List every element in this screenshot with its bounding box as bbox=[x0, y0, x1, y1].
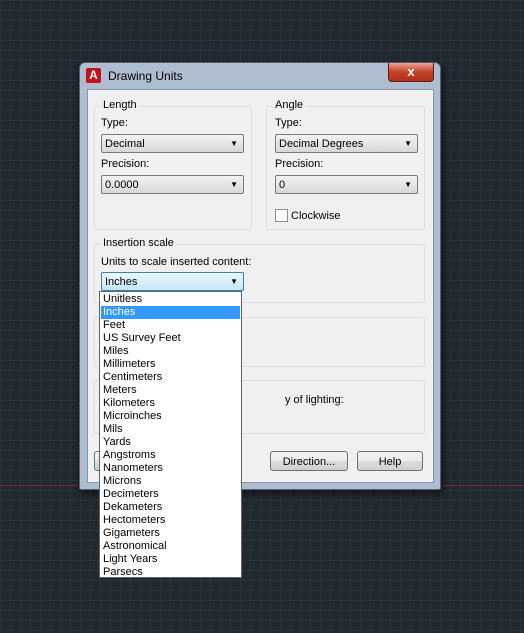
chevron-down-icon: ▼ bbox=[230, 139, 238, 148]
dropdown-option[interactable]: Inches bbox=[101, 306, 240, 319]
dropdown-option[interactable]: Microns bbox=[101, 475, 240, 488]
length-group: Length Type: Decimal ▼ Precision: 0.0000… bbox=[94, 99, 252, 230]
chevron-down-icon: ▼ bbox=[404, 139, 412, 148]
dropdown-option[interactable]: Astronomical bbox=[101, 540, 240, 553]
dropdown-option[interactable]: Miles bbox=[101, 345, 240, 358]
length-precision-label: Precision: bbox=[101, 158, 150, 170]
dropdown-option[interactable]: US Survey Feet bbox=[101, 332, 240, 345]
dialog-title: Drawing Units bbox=[108, 69, 183, 83]
dropdown-option[interactable]: Millimeters bbox=[101, 358, 240, 371]
insertion-scale-label: Insertion scale bbox=[101, 237, 176, 249]
dropdown-option[interactable]: Gigameters bbox=[101, 527, 240, 540]
insertion-units-value: Inches bbox=[105, 276, 138, 288]
dropdown-option[interactable]: Dekameters bbox=[101, 501, 240, 514]
insertion-units-select[interactable]: Inches ▼ bbox=[101, 272, 244, 291]
dropdown-option[interactable]: Centimeters bbox=[101, 371, 240, 384]
chevron-down-icon: ▼ bbox=[230, 277, 238, 286]
dropdown-option[interactable]: Hectometers bbox=[101, 514, 240, 527]
title-bar[interactable]: A Drawing Units x bbox=[80, 63, 440, 89]
dropdown-option[interactable]: Meters bbox=[101, 384, 240, 397]
chevron-down-icon: ▼ bbox=[404, 180, 412, 189]
chevron-down-icon: ▼ bbox=[230, 180, 238, 189]
close-button[interactable]: x bbox=[388, 63, 434, 82]
angle-group-label: Angle bbox=[273, 99, 306, 111]
angle-precision-select[interactable]: 0 ▼ bbox=[275, 175, 418, 194]
help-button[interactable]: Help bbox=[357, 451, 423, 471]
angle-type-value: Decimal Degrees bbox=[279, 138, 364, 150]
angle-group: Angle Type: Decimal Degrees ▼ Precision:… bbox=[266, 99, 425, 230]
angle-type-label: Type: bbox=[275, 117, 302, 129]
insertion-units-dropdown: Unitless Inches Feet US Survey Feet Miles Mil… bbox=[99, 291, 242, 578]
dropdown-option[interactable]: Light Years bbox=[101, 553, 240, 566]
length-type-value: Decimal bbox=[105, 138, 145, 150]
angle-precision-value: 0 bbox=[279, 179, 286, 191]
dropdown-option[interactable]: Parsecs bbox=[101, 566, 240, 579]
dropdown-option[interactable]: Yards bbox=[101, 436, 240, 449]
dropdown-option[interactable]: Angstroms bbox=[101, 449, 240, 462]
lighting-label: y of lighting: bbox=[285, 394, 344, 406]
insertion-units-label: Units to scale inserted content: bbox=[101, 256, 252, 268]
angle-type-select[interactable]: Decimal Degrees ▼ bbox=[275, 134, 418, 153]
dropdown-option[interactable]: Feet bbox=[101, 319, 240, 332]
length-type-label: Type: bbox=[101, 117, 128, 129]
length-type-select[interactable]: Decimal ▼ bbox=[101, 134, 244, 153]
length-precision-select[interactable]: 0.0000 ▼ bbox=[101, 175, 244, 194]
dropdown-option[interactable]: Kilometers bbox=[101, 397, 240, 410]
dropdown-option[interactable]: Microinches bbox=[101, 410, 240, 423]
direction-button[interactable]: Direction... bbox=[270, 451, 348, 471]
dropdown-option[interactable]: Unitless bbox=[101, 293, 240, 306]
clockwise-checkbox[interactable] bbox=[275, 209, 288, 222]
clockwise-label[interactable]: Clockwise bbox=[291, 210, 341, 222]
angle-precision-label: Precision: bbox=[275, 158, 324, 170]
dropdown-option[interactable]: Mils bbox=[101, 423, 240, 436]
autocad-app-icon: A bbox=[86, 68, 101, 83]
dropdown-option[interactable]: Nanometers bbox=[101, 462, 240, 475]
dropdown-option[interactable]: Decimeters bbox=[101, 488, 240, 501]
length-group-label: Length bbox=[101, 99, 139, 111]
length-precision-value: 0.0000 bbox=[105, 179, 139, 191]
